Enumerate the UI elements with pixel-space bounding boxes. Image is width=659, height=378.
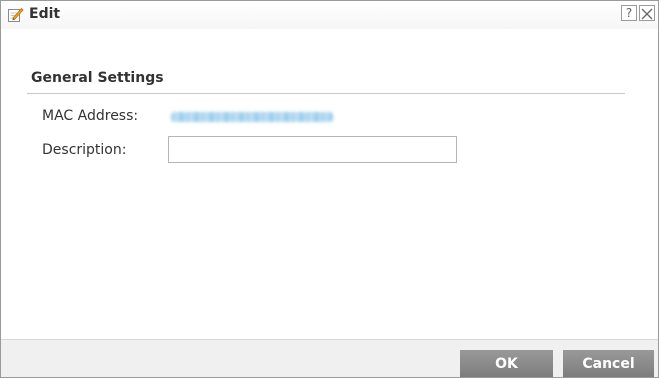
dialog-footer: OK Cancel [1, 339, 658, 377]
help-icon-glyph: ? [625, 6, 633, 20]
close-icon[interactable] [639, 5, 655, 21]
section-divider [27, 93, 625, 94]
cancel-button[interactable]: Cancel [563, 350, 654, 377]
ok-button[interactable]: OK [460, 350, 553, 377]
edit-dialog: Edit ? General Settings MAC Address: Des… [0, 0, 659, 378]
mac-address-label: MAC Address: [42, 108, 139, 124]
mac-address-value [171, 112, 333, 122]
dialog-title: Edit [29, 6, 61, 22]
description-label: Description: [42, 142, 127, 158]
description-field[interactable] [168, 136, 457, 163]
help-icon[interactable]: ? [621, 5, 637, 21]
dialog-titlebar: Edit ? [1, 1, 658, 29]
edit-pencil-icon [7, 6, 24, 23]
section-heading-general-settings: General Settings [31, 70, 164, 86]
